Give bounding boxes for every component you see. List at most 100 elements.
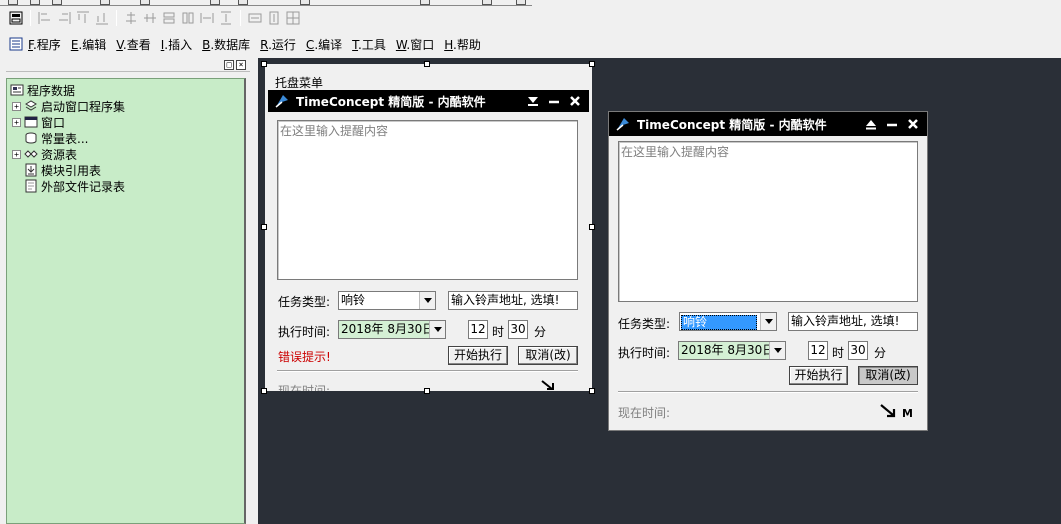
program-tree-panel: 程序数据 + 启动窗口程序集 + 窗口 常量表... + 资源表 模块引用表 外… [6, 78, 246, 524]
minimize-icon[interactable] [548, 95, 560, 107]
sound-path-input[interactable]: 输入铃声地址, 选填! [448, 291, 578, 310]
tray-up-icon[interactable] [865, 118, 877, 130]
toolbar-button[interactable] [482, 0, 492, 5]
minute-unit-label: 分 [534, 325, 547, 339]
resize-handle[interactable] [261, 224, 267, 230]
center-vertical-icon[interactable] [142, 10, 158, 26]
hour-input[interactable]: 12 [808, 341, 828, 360]
toolbar-button[interactable] [210, 0, 220, 5]
toolbar-separator [116, 10, 117, 26]
align-left-icon[interactable] [37, 10, 53, 26]
hour-input[interactable]: 12 [468, 320, 488, 339]
tree-item-external-files[interactable]: 外部文件记录表 [12, 178, 125, 194]
hour-unit-label: 时 [492, 325, 505, 339]
space-vertical-icon[interactable] [218, 10, 234, 26]
toolbar-button[interactable] [238, 0, 248, 5]
expand-toggle[interactable]: + [12, 149, 21, 159]
expand-toggle[interactable]: + [12, 117, 21, 127]
reminder-content-textarea[interactable]: 在这里输入提醒内容 [277, 120, 578, 280]
brand-letter: M [902, 407, 913, 420]
close-icon[interactable] [907, 118, 919, 130]
resize-handle[interactable] [589, 224, 595, 230]
tree-item-constants[interactable]: 常量表... [12, 130, 88, 146]
tree-item-startup-module[interactable]: + 启动窗口程序集 [12, 98, 125, 114]
toolbar-button[interactable] [100, 0, 110, 5]
panel-restore-button[interactable]: □ [224, 60, 234, 70]
window-title: TimeConcept 精简版 - 内酷软件 [296, 94, 486, 109]
chevron-down-icon[interactable] [760, 313, 776, 330]
resize-handle[interactable] [261, 61, 267, 67]
minimize-icon[interactable] [886, 118, 898, 130]
resize-handle[interactable] [424, 61, 430, 67]
runtime-window[interactable]: TimeConcept 精简版 - 内酷软件 在这里输入提醒内容 任务类型: 响… [608, 111, 928, 431]
center-in-form-vertical-icon[interactable] [266, 10, 282, 26]
form-layout-icon[interactable] [8, 10, 24, 26]
resize-handle[interactable] [261, 388, 267, 394]
menu-compile[interactable]: C.编译 [306, 36, 342, 53]
arrow-icon [880, 404, 898, 423]
chevron-down-icon[interactable] [419, 292, 435, 309]
task-type-select[interactable]: 响铃 [679, 312, 777, 331]
designer-form[interactable]: 托盘菜单 TimeConcept 精简版 - 内酷软件 在这里输入提醒内容 任务… [265, 64, 592, 391]
resize-handle[interactable] [589, 388, 595, 394]
menu-file[interactable]: F.程序 [28, 36, 61, 53]
chevron-down-icon[interactable] [769, 342, 785, 359]
grid-icon[interactable] [285, 10, 301, 26]
align-right-icon[interactable] [56, 10, 72, 26]
resize-handle[interactable] [424, 388, 430, 394]
program-data-icon [10, 83, 24, 97]
current-time-label: 现在时间: [618, 406, 671, 420]
toolbar-button[interactable] [516, 0, 526, 5]
tree-item-window[interactable]: + 窗口 [12, 114, 65, 130]
same-width-icon[interactable] [161, 10, 177, 26]
menu-database[interactable]: B.数据库 [202, 36, 250, 53]
center-in-form-horizontal-icon[interactable] [247, 10, 263, 26]
reminder-content-textarea[interactable]: 在这里输入提醒内容 [618, 141, 918, 302]
resize-handle[interactable] [589, 61, 595, 67]
cancel-button[interactable]: 取消(改) [518, 346, 578, 365]
chevron-down-icon[interactable] [429, 321, 445, 338]
start-button[interactable]: 开始执行 [789, 366, 848, 385]
space-horizontal-icon[interactable] [199, 10, 215, 26]
cancel-button[interactable]: 取消(改) [858, 366, 918, 385]
align-top-icon[interactable] [75, 10, 91, 26]
menu-tools[interactable]: T.工具 [352, 36, 386, 53]
toolbar-button[interactable] [140, 0, 150, 5]
tree-item-resources[interactable]: + 资源表 [12, 146, 77, 162]
sound-path-input[interactable]: 输入铃声地址, 选填! [788, 312, 918, 331]
center-horizontal-icon[interactable] [123, 10, 139, 26]
module-ref-icon [24, 163, 38, 177]
toolbar-button[interactable] [420, 0, 430, 5]
toolbar-separator [240, 10, 241, 26]
align-bottom-icon[interactable] [94, 10, 110, 26]
menu-insert[interactable]: I.插入 [161, 36, 192, 53]
close-icon[interactable] [569, 95, 581, 107]
panel-close-button[interactable]: × [236, 60, 246, 70]
toolbar-button[interactable] [300, 0, 310, 5]
date-picker[interactable]: 2018年 8月30日 [678, 341, 786, 360]
tree-root-label: 程序数据 [27, 83, 76, 98]
toolbar-button[interactable] [30, 0, 40, 5]
tray-down-icon[interactable] [527, 95, 539, 107]
expand-toggle[interactable]: + [12, 101, 21, 111]
tree-item-module-refs[interactable]: 模块引用表 [12, 162, 101, 178]
menu-window[interactable]: W.窗口 [396, 36, 434, 53]
menu-help[interactable]: H.帮助 [444, 36, 481, 53]
menu-run[interactable]: R.运行 [260, 36, 296, 53]
tray-menu-label: 托盘菜单 [275, 76, 324, 90]
minute-input[interactable]: 30 [508, 320, 528, 339]
tree-root[interactable]: 程序数据 [10, 82, 75, 98]
task-type-select[interactable]: 响铃 [338, 291, 436, 310]
app-logo-icon [616, 118, 629, 131]
minute-input[interactable]: 30 [848, 341, 868, 360]
toolbar-button[interactable] [8, 0, 18, 5]
start-button[interactable]: 开始执行 [448, 346, 508, 365]
window-icon [24, 115, 38, 129]
task-type-label: 任务类型: [278, 295, 331, 309]
toolbar-button[interactable] [52, 0, 62, 5]
tree-item-label: 模块引用表 [41, 163, 102, 178]
menu-edit[interactable]: E.编辑 [71, 36, 106, 53]
menu-view[interactable]: V.查看 [116, 36, 151, 53]
same-height-icon[interactable] [180, 10, 196, 26]
date-picker[interactable]: 2018年 8月30日 [338, 320, 446, 339]
